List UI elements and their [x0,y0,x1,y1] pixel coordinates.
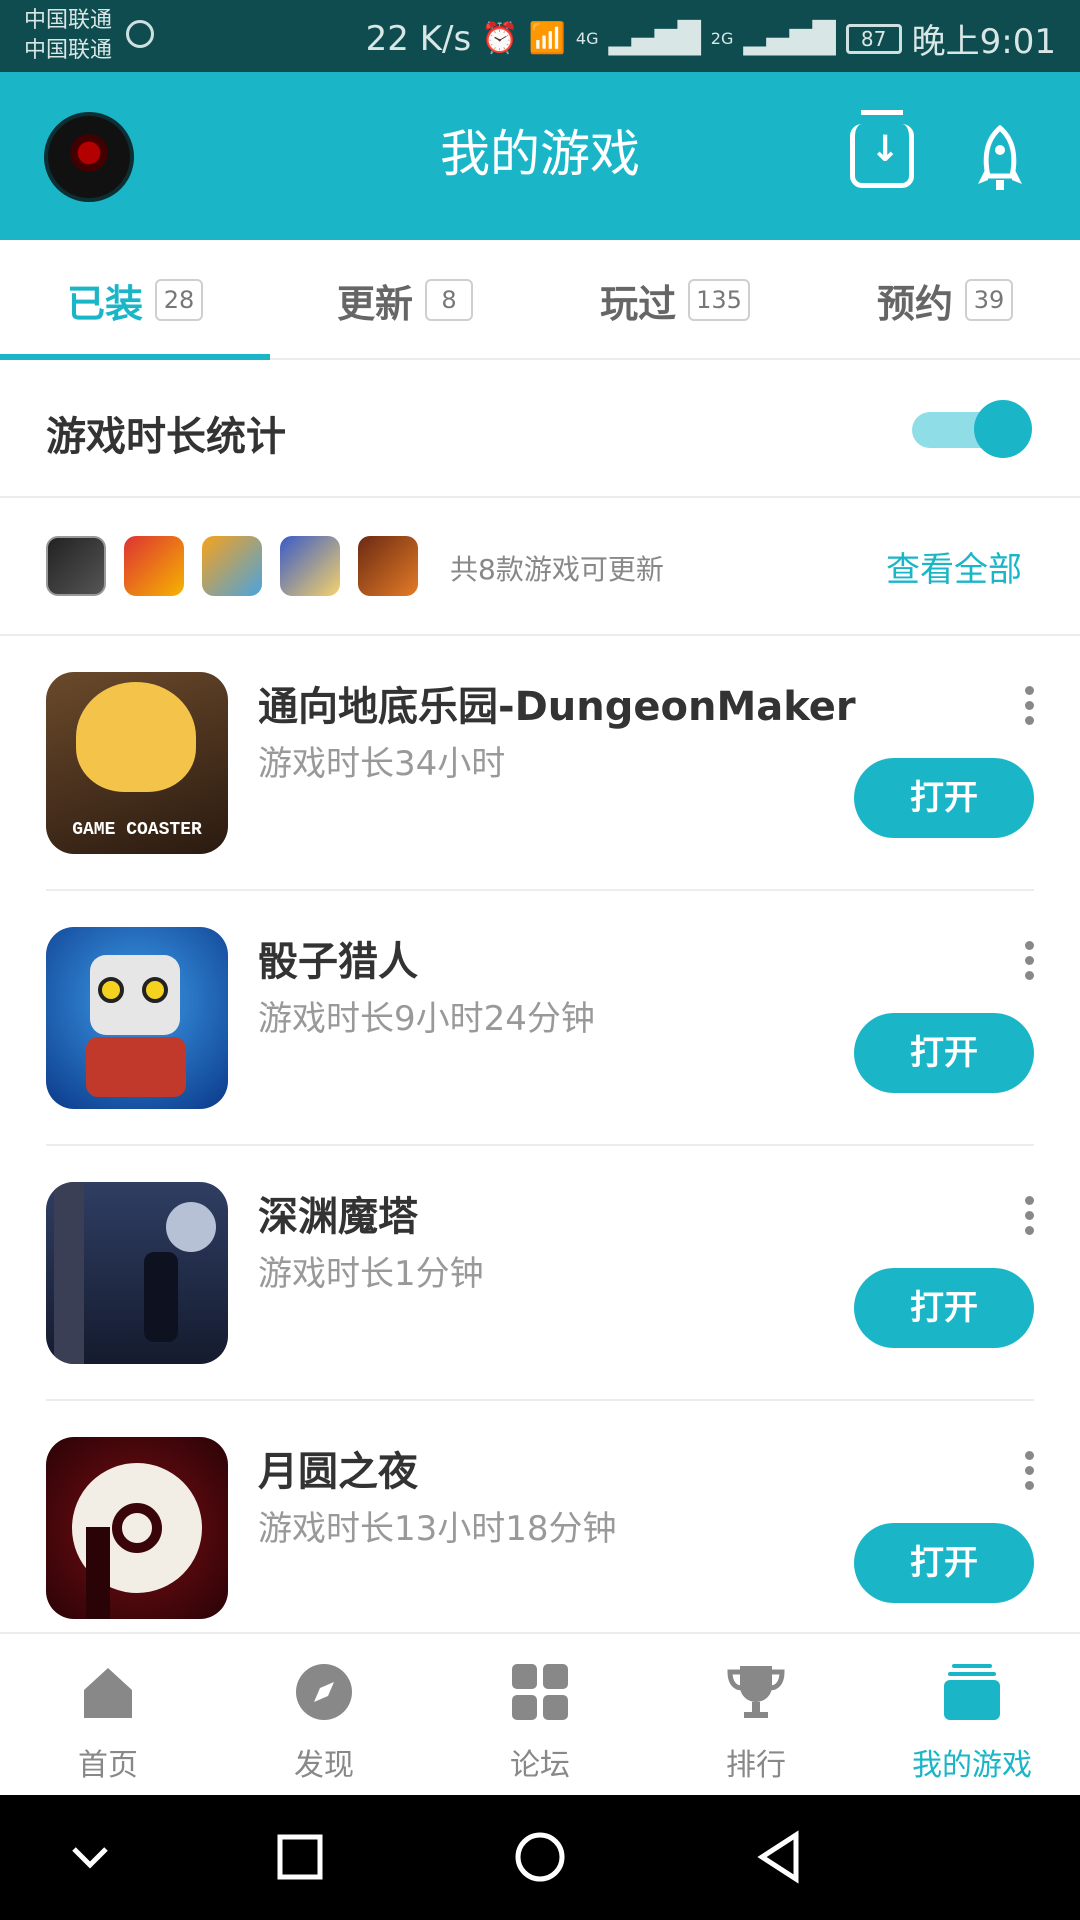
open-button[interactable]: 打开 [854,1013,1034,1093]
tab-count-badge: 39 [965,279,1013,321]
update-game-icon [280,536,340,596]
open-button[interactable]: 打开 [854,1268,1034,1348]
tab-label: 玩过 [600,281,677,326]
wifi-icon: 📶 [528,21,566,56]
chevron-down-icon[interactable] [62,1829,118,1885]
home-circle-icon[interactable] [512,1829,568,1885]
game-name: 骰子猎人 [258,939,418,985]
open-button[interactable]: 打开 [854,1523,1034,1603]
signal-icon-2: ▂▄▆█ [743,21,836,56]
nav-label: 我的游戏 [912,1748,1032,1783]
updates-row[interactable]: 共8款游戏可更新 查看全部 [0,498,1080,636]
timer-icon [126,20,154,48]
grid-icon [512,1664,568,1720]
network-2g-label: 2G [710,29,734,48]
toggle-knob [974,400,1032,458]
tab-count-badge: 8 [425,279,473,321]
nav-label: 排行 [726,1748,786,1783]
app-bar: 我的游戏 [0,72,1080,240]
update-game-icon [46,536,106,596]
carrier-1: 中国联通 [24,8,113,33]
update-game-icon [358,536,418,596]
update-game-icon [202,536,262,596]
list-item[interactable]: 骰子猎人 游戏时长9小时24分钟 打开 [0,891,1080,1146]
games-stack-icon [944,1664,1000,1720]
nav-label: 论坛 [510,1748,570,1783]
game-playtime: 游戏时长1分钟 [258,1254,484,1294]
nav-item-ranking[interactable]: 排行 [648,1634,864,1797]
update-game-icon [124,536,184,596]
tab-updates[interactable]: 更新 8 [270,240,540,360]
carrier-2: 中国联通 [24,38,113,63]
list-item[interactable]: 深渊魔塔 游戏时长1分钟 打开 [0,1146,1080,1401]
list-item[interactable]: 月圆之夜 游戏时长13小时18分钟 打开 [0,1401,1080,1656]
open-button[interactable]: 打开 [854,758,1034,838]
tab-count-badge: 135 [688,279,750,321]
trophy-icon [727,1666,785,1718]
nav-item-my-games[interactable]: 我的游戏 [864,1634,1080,1797]
game-icon [46,1182,228,1364]
nav-item-discover[interactable]: 发现 [216,1634,432,1797]
nav-label: 发现 [294,1748,354,1783]
nav-item-forum[interactable]: 论坛 [432,1634,648,1797]
updates-summary: 共8款游戏可更新 [450,553,664,586]
game-icon [46,927,228,1109]
alarm-icon: ⏰ [481,21,519,56]
network-4g-label: 4G [575,29,599,48]
home-icon [84,1668,132,1718]
playtime-stats-toggle[interactable] [912,400,1032,458]
status-bar: 中国联通 中国联通 22 K/s ⏰ 📶 4G ▂▄▆█ 2G ▂▄▆█ 87 … [0,0,1080,72]
tab-label: 预约 [876,281,953,326]
bottom-nav: 首页 发现 论坛 排行 我的游戏 [0,1632,1080,1795]
back-triangle-icon[interactable] [752,1829,808,1885]
game-icon: GAME COASTER [46,672,228,854]
clock: 晚上9:01 [911,22,1056,62]
tab-installed[interactable]: 已装 28 [0,240,270,360]
rocket-icon[interactable] [974,124,1026,194]
game-playtime: 游戏时长34小时 [258,744,506,784]
more-options-icon[interactable] [1022,686,1036,730]
tab-count-badge: 28 [155,279,203,321]
game-icon-caption: GAME COASTER [72,820,202,840]
game-icon [46,1437,228,1619]
nav-label: 首页 [78,1748,138,1783]
more-options-icon[interactable] [1022,1451,1036,1495]
game-name: 深渊魔塔 [258,1194,418,1240]
game-playtime: 游戏时长13小时18分钟 [258,1509,617,1549]
page-title: 我的游戏 [440,125,640,183]
game-playtime: 游戏时长9小时24分钟 [258,999,595,1039]
system-nav-bar [0,1795,1080,1920]
download-manager-icon[interactable] [850,110,914,188]
signal-icon: ▂▄▆█ [608,21,701,56]
playtime-stats-row: 游戏时长统计 [0,360,1080,498]
nav-item-home[interactable]: 首页 [0,1634,216,1797]
status-right: 22 K/s ⏰ 📶 4G ▂▄▆█ 2G ▂▄▆█ 87 晚上9:01 [366,14,1056,63]
more-options-icon[interactable] [1022,1196,1036,1240]
carrier-info: 中国联通 中国联通 [24,6,112,66]
tab-label: 更新 [336,281,413,326]
tab-reserved[interactable]: 预约 39 [810,240,1080,360]
recent-apps-icon[interactable] [272,1829,328,1885]
playtime-stats-label: 游戏时长统计 [46,414,286,460]
battery-indicator: 87 [845,23,902,54]
tab-played[interactable]: 玩过 135 [540,240,810,360]
network-speed: 22 K/s [365,18,472,59]
game-name: 月圆之夜 [258,1449,418,1495]
view-all-link[interactable]: 查看全部 [886,542,1022,591]
list-item[interactable]: GAME COASTER 通向地底乐园-DungeonMaker 游戏时长34小… [0,636,1080,891]
game-name: 通向地底乐园-DungeonMaker [258,684,856,730]
compass-icon [296,1664,352,1720]
more-options-icon[interactable] [1022,941,1036,985]
tab-bar: 已装 28 更新 8 玩过 135 预约 39 [0,240,1080,360]
tab-label: 已装 [66,281,143,326]
